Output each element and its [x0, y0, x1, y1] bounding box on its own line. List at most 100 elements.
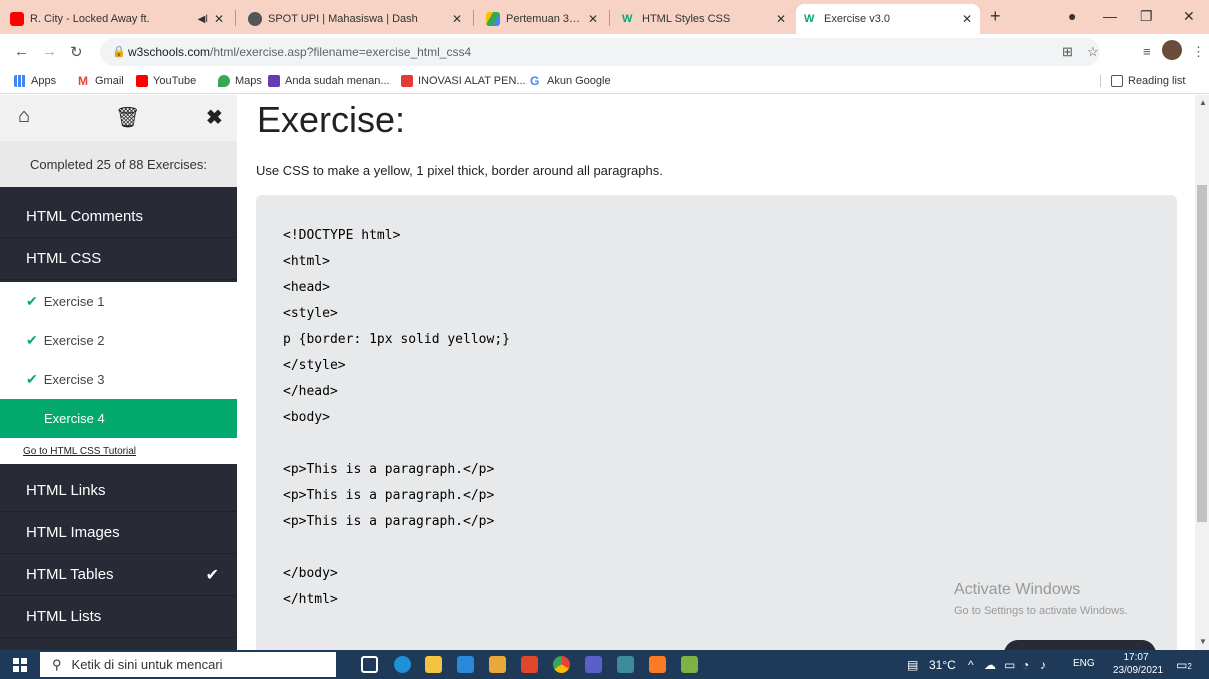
chevron-up-icon[interactable]: ^ — [968, 658, 974, 672]
floating-bar[interactable] — [1004, 640, 1156, 650]
forward-arrow-icon[interactable]: → — [42, 43, 57, 60]
taskbar-search-input[interactable]: ⚲ Ketik di sini untuk mencari — [40, 652, 336, 677]
code-line: <body> — [283, 410, 330, 425]
sidebar-topic-images[interactable]: HTML Images — [0, 512, 237, 554]
tab-spot-upi[interactable]: SPOT UPI | Mahasiswa | Dash ✕ — [240, 4, 470, 34]
exercise-4-link[interactable]: Exercise 4 — [0, 399, 237, 438]
lock-icon: 🔒 — [112, 46, 126, 58]
battery-icon[interactable]: ▭ — [1004, 658, 1015, 672]
office-icon[interactable] — [521, 656, 538, 673]
reading-list-icon[interactable]: ≡ — [1143, 44, 1151, 59]
sidebar-topic-tables[interactable]: HTML Tables ✔ — [0, 554, 237, 596]
edge-icon[interactable] — [394, 656, 411, 673]
tutorial-link[interactable]: Go to HTML CSS Tutorial — [0, 438, 237, 464]
gmail-icon: M — [78, 74, 88, 88]
close-window-button[interactable]: ✕ — [1183, 8, 1195, 25]
sidebar-topic-css[interactable]: HTML CSS — [0, 238, 237, 280]
close-tab-icon[interactable]: ✕ — [588, 12, 598, 26]
notification-center-icon[interactable]: ▭2 — [1176, 658, 1192, 672]
bookmarks-bar: Apps M Gmail YouTube Maps Anda sudah men… — [0, 70, 1209, 94]
avatar[interactable] — [1162, 40, 1182, 60]
file-explorer-icon[interactable] — [425, 656, 442, 673]
profile-dot-icon[interactable]: ● — [1068, 8, 1076, 24]
wifi-icon[interactable]: ◔ — [1022, 658, 1029, 672]
translate-icon[interactable]: ⊞ — [1062, 44, 1073, 60]
tab-google-drive[interactable]: Pertemuan 3 - Google Drive ✕ — [478, 4, 606, 34]
tab-separator — [235, 10, 236, 26]
topic-label: HTML CSS — [26, 250, 102, 267]
search-placeholder: Ketik di sini untuk mencari — [71, 657, 223, 672]
language-indicator[interactable]: ENG — [1073, 658, 1095, 669]
tab-html-styles-css[interactable]: W HTML Styles CSS ✕ — [614, 4, 794, 34]
chrome-icon[interactable] — [553, 656, 570, 673]
bookmark-youtube[interactable]: YouTube — [136, 75, 196, 87]
close-icon[interactable]: ✖ — [206, 105, 223, 130]
store-icon[interactable] — [489, 656, 506, 673]
back-arrow-icon[interactable]: ← — [14, 43, 29, 60]
bookmark-google-account[interactable]: G Akun Google — [530, 75, 611, 87]
exercise-main: Exercise: Use CSS to make a yellow, 1 pi… — [237, 95, 1195, 650]
code-line: <style> — [283, 306, 338, 321]
mail-icon[interactable] — [457, 656, 474, 673]
reading-list-button[interactable]: Reading list — [1100, 75, 1185, 87]
news-widget-icon[interactable]: ▤ — [907, 658, 918, 672]
tab-separator — [609, 10, 610, 26]
trash-icon[interactable]: 🗑 — [115, 105, 140, 130]
topic-label: HTML Tables — [26, 566, 114, 583]
windows-taskbar: ⚲ Ketik di sini untuk mencari ▤ 31°C ^ ☁… — [0, 650, 1209, 679]
scrollbar-thumb[interactable] — [1197, 185, 1207, 522]
bookmark-gmail[interactable]: M Gmail — [78, 75, 124, 87]
home-icon[interactable]: ⌂ — [18, 105, 30, 128]
reload-icon[interactable]: ↻ — [70, 43, 83, 61]
bookmark-inovasi[interactable]: INOVASI ALAT PEN... — [401, 75, 526, 87]
network-icon[interactable]: ☁ — [984, 658, 996, 672]
restore-button[interactable]: ❐ — [1140, 8, 1153, 25]
exercise-sidebar: ⌂ 🗑 ✖ Completed 25 of 88 Exercises: HTML… — [0, 95, 237, 650]
bookmark-form[interactable]: Anda sudah menan... — [268, 75, 390, 87]
code-line: </head> — [283, 384, 338, 399]
reading-list-icon — [1111, 75, 1123, 87]
bookmark-apps[interactable]: Apps — [14, 75, 56, 87]
tab-title: SPOT UPI | Mahasiswa | Dash — [268, 13, 418, 25]
code-line-answer[interactable]: p {border: 1px solid yellow;} — [283, 332, 510, 347]
tab-title: R. City - Locked Away ft. — [30, 13, 150, 25]
sidebar-topic-comments[interactable]: HTML Comments — [0, 196, 237, 238]
checkmark-icon: ✔ — [205, 566, 219, 584]
audio-icon: ◀ǀ — [197, 13, 208, 25]
close-tab-icon[interactable]: ✕ — [214, 12, 224, 26]
close-tab-icon[interactable]: ✕ — [776, 12, 786, 26]
youtube-icon — [10, 12, 24, 26]
app-icon[interactable] — [617, 656, 634, 673]
scroll-up-arrow-icon[interactable]: ▲ — [1199, 98, 1207, 107]
exercise-3-link[interactable]: ✔ Exercise 3 — [0, 360, 237, 399]
address-bar[interactable]: 🔒 w3schools.com/html/exercise.asp?filena… — [100, 38, 1100, 66]
xampp-icon[interactable] — [649, 656, 666, 673]
minimize-button[interactable]: — — [1103, 8, 1117, 24]
close-tab-icon[interactable]: ✕ — [962, 12, 972, 26]
exercise-label: Exercise 4 — [44, 411, 105, 426]
task-view-icon[interactable] — [361, 656, 378, 673]
volume-icon[interactable]: ♪ — [1040, 658, 1046, 672]
sublime-icon[interactable] — [681, 656, 698, 673]
tab-exercise-active[interactable]: W Exercise v3.0 ✕ — [796, 4, 980, 34]
sidebar-topic-lists[interactable]: HTML Lists — [0, 596, 237, 638]
bookmark-maps[interactable]: Maps — [218, 75, 262, 87]
bookmark-star-icon[interactable]: ☆ — [1087, 44, 1099, 60]
teams-icon[interactable] — [585, 656, 602, 673]
windows-start-icon[interactable] — [13, 658, 27, 672]
tab-youtube[interactable]: R. City - Locked Away ft. ◀ǀ ✕ — [2, 4, 232, 34]
new-tab-button[interactable]: + — [990, 6, 1001, 27]
weather-text[interactable]: 31°C — [929, 658, 956, 672]
sidebar-topic-links[interactable]: HTML Links — [0, 470, 237, 512]
close-tab-icon[interactable]: ✕ — [452, 12, 462, 26]
code-line: <p>This is a paragraph.</p> — [283, 488, 495, 503]
globe-icon — [248, 12, 262, 26]
topic-label: HTML Lists — [26, 608, 102, 625]
menu-dots-icon[interactable]: ⋮ — [1192, 44, 1205, 60]
exercise-2-link[interactable]: ✔ Exercise 2 — [0, 321, 237, 360]
code-line: <p>This is a paragraph.</p> — [283, 514, 495, 529]
bookmark-label: Maps — [235, 75, 262, 87]
scroll-down-arrow-icon[interactable]: ▼ — [1199, 637, 1207, 646]
exercise-1-link[interactable]: ✔ Exercise 1 — [0, 282, 237, 321]
taskbar-clock[interactable]: 17:07 23/09/2021 — [1113, 651, 1163, 677]
